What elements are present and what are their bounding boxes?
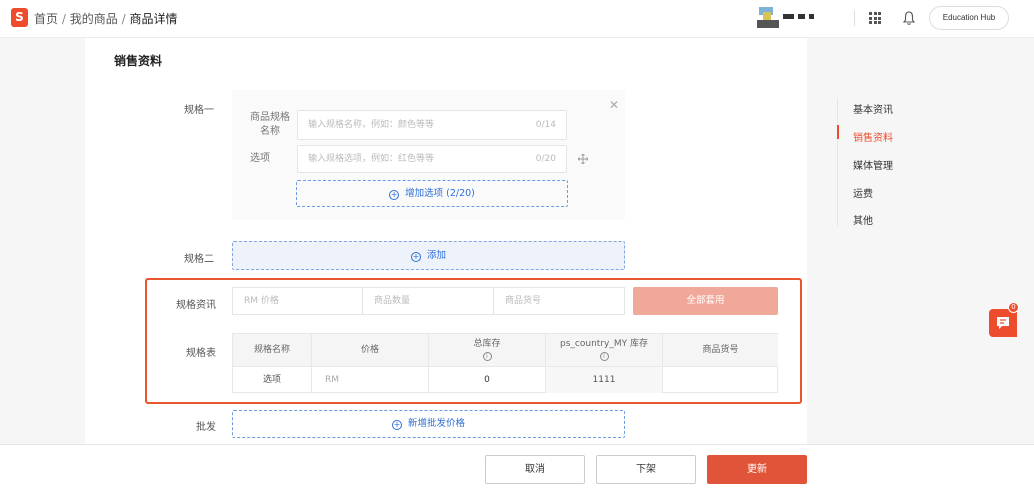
option-count: 0/20 [535, 154, 556, 164]
breadcrumb: 首页 / 我的商品 / 商品详情 [34, 10, 177, 27]
chat-badge: 0 [1008, 302, 1019, 313]
breadcrumb-separator: / [121, 12, 126, 26]
shopee-logo-icon[interactable]: S [11, 8, 28, 27]
nav-item-others[interactable]: 其他 [853, 212, 873, 227]
username-redacted[interactable] [783, 14, 823, 20]
wholesale-label: 批发 [196, 422, 216, 433]
drag-handle-icon[interactable] [578, 154, 588, 164]
education-hub-button[interactable]: Education Hub [929, 6, 1009, 30]
table-header: 总库存 i [429, 334, 546, 366]
table-header: 规格名称 [233, 334, 312, 366]
sku-placeholder: 商品货号 [505, 296, 542, 306]
plus-circle-icon: + [389, 190, 400, 200]
breadcrumb-products[interactable]: 我的商品 [70, 12, 118, 26]
batch-qty-input[interactable]: 商品数量 [362, 287, 494, 315]
close-icon[interactable]: ✕ [609, 98, 619, 112]
table-header: 商品货号 [663, 334, 778, 366]
header-divider [854, 10, 855, 26]
breadcrumb-separator: / [61, 12, 66, 26]
option-input[interactable]: 输入规格选项，例如：红色等等 0/20 [297, 145, 567, 173]
chat-icon [997, 317, 1009, 329]
batch-sku-input[interactable]: 商品货号 [493, 287, 625, 315]
variation-name-placeholder: 输入规格名称，例如：颜色等等 [308, 120, 435, 130]
table-cell-sku[interactable] [663, 366, 778, 393]
apply-all-button[interactable]: 全部套用 [633, 287, 778, 315]
total-stock-header: 总库存 [473, 339, 501, 349]
info-icon[interactable]: i [599, 352, 609, 361]
table-header: 价格 [312, 334, 429, 366]
nav-item-sales[interactable]: 销售资料 [853, 129, 893, 144]
table-cell-country-stock: 1111 [546, 366, 663, 393]
variant-info-label: 规格资讯 [176, 300, 216, 311]
table-cell-name: 选项 [233, 366, 312, 393]
variation-name-input[interactable]: 输入规格名称，例如：颜色等等 0/14 [297, 110, 567, 140]
variation-name-label: 商品规格名称 [250, 112, 290, 137]
add-option-label: 增加选项 (2/20) [405, 188, 475, 199]
qty-placeholder: 商品数量 [374, 296, 411, 306]
section-title: 销售资料 [114, 54, 163, 68]
option-label: 选项 [250, 153, 270, 164]
option-placeholder: 输入规格选项，例如：红色等等 [308, 154, 435, 164]
variant-table: 规格名称 价格 总库存 i ps_country_MY 库存 i 商品货号 选项… [232, 333, 778, 393]
delist-button[interactable]: 下架 [596, 455, 696, 484]
info-icon[interactable]: i [482, 352, 492, 361]
plus-circle-icon: + [391, 420, 402, 430]
active-indicator [837, 125, 839, 139]
nav-item-media[interactable]: 媒体管理 [853, 157, 893, 172]
bell-icon[interactable] [902, 10, 916, 26]
breadcrumb-home[interactable]: 首页 [34, 12, 58, 26]
chat-button[interactable] [989, 309, 1017, 337]
avatar[interactable] [757, 7, 779, 29]
add-option-button[interactable]: + 增加选项 (2/20) [296, 180, 568, 207]
variation1-label: 规格一 [184, 105, 214, 116]
add-wholesale-label: 新增批发价格 [407, 418, 465, 429]
cancel-button[interactable]: 取消 [485, 455, 585, 484]
add-variation2-button[interactable]: + 添加 [232, 241, 625, 270]
add-wholesale-button[interactable]: + 新增批发价格 [232, 410, 625, 438]
variation2-label: 规格二 [184, 254, 214, 265]
apps-grid-icon[interactable] [869, 12, 881, 24]
batch-price-input[interactable]: RM 价格 [232, 287, 363, 315]
variant-table-label: 规格表 [186, 348, 216, 359]
breadcrumb-current: 商品详情 [129, 12, 178, 26]
variation-name-count: 0/14 [535, 120, 556, 130]
price-placeholder: RM 价格 [244, 296, 279, 306]
country-stock-header: ps_country_MY 库存 [560, 339, 648, 349]
nav-item-shipping[interactable]: 运费 [853, 185, 873, 200]
add-variation2-label: 添加 [426, 250, 446, 261]
update-button[interactable]: 更新 [707, 455, 807, 484]
table-cell-price[interactable]: RM [312, 366, 429, 393]
table-cell-total-stock: 0 [429, 366, 546, 393]
nav-item-basic[interactable]: 基本资讯 [853, 101, 893, 116]
table-header: ps_country_MY 库存 i [546, 334, 663, 366]
plus-circle-icon: + [410, 252, 421, 262]
